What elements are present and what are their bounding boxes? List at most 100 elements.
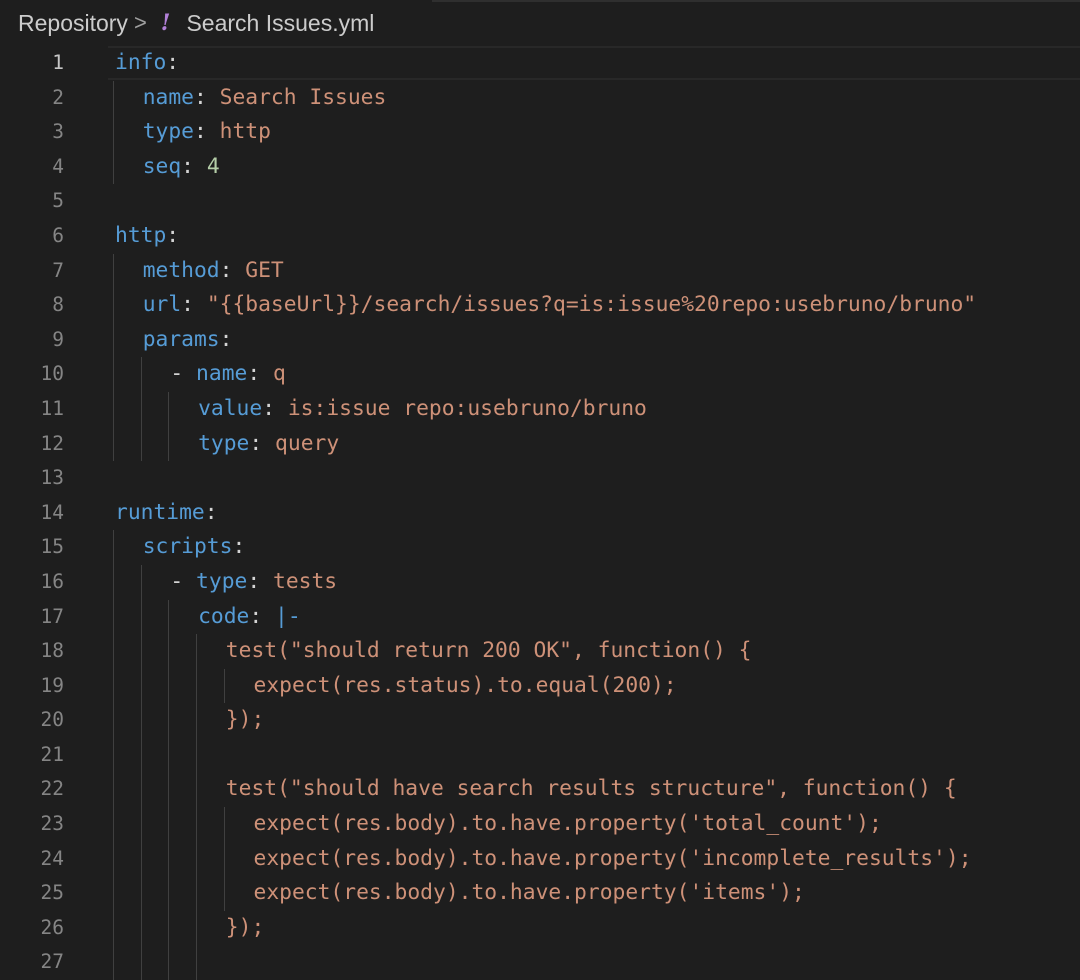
line-number: 19 — [40, 673, 64, 697]
code-line[interactable] — [113, 737, 1075, 773]
indent-guide — [140, 599, 142, 635]
yaml-key: method — [142, 257, 220, 283]
indent-guide — [196, 807, 198, 842]
yaml-value: query — [275, 430, 340, 456]
indent-guide — [196, 772, 198, 808]
indent-guide — [168, 841, 170, 877]
indent-guide — [196, 876, 198, 911]
code-line[interactable]: code: |- — [113, 599, 1075, 635]
breadcrumb-item-file[interactable]: Search Issues.yml — [186, 10, 374, 37]
code-text: }); — [226, 915, 264, 940]
code-line[interactable]: expect(res.status).to.equal(200); — [113, 668, 1075, 704]
yaml-value: expect(res.body).to.have.property('incom… — [253, 845, 972, 871]
indent-guide — [113, 703, 114, 738]
indent-guide — [113, 876, 114, 911]
code-line[interactable]: test("should return 200 OK", function() … — [113, 634, 1075, 669]
code-line[interactable] — [115, 184, 1075, 219]
indent-guide — [196, 737, 198, 773]
breadcrumb: Repository > ! Search Issues.yml — [0, 0, 1080, 46]
code-line[interactable]: runtime: — [115, 496, 1075, 531]
indent-guide — [113, 564, 114, 600]
yaml-key: info — [115, 50, 167, 75]
code-text: expect(res.body).to.have.property('items… — [254, 880, 805, 905]
code-text: test("should have search results structu… — [226, 776, 957, 801]
code-line[interactable]: expect(res.body).to.have.property('incom… — [113, 841, 1075, 877]
indent-guide — [113, 253, 114, 289]
line-number: 17 — [40, 604, 64, 628]
code-line[interactable] — [115, 461, 1075, 496]
indent-guide — [113, 357, 114, 392]
indent-guide — [196, 910, 198, 946]
line-number: 16 — [40, 569, 64, 593]
indent-guide — [113, 80, 114, 116]
code-line[interactable]: }); — [113, 910, 1075, 946]
indent-guide — [196, 945, 198, 980]
indent-guide — [140, 357, 142, 392]
code-line[interactable]: - name: q — [113, 357, 1075, 392]
indent-guide — [140, 737, 142, 773]
yaml-key: |- — [275, 603, 301, 629]
indent-guide — [168, 807, 170, 842]
line-number: 2 — [52, 85, 64, 109]
code-line[interactable]: params: — [113, 322, 1075, 358]
code-text: expect(res.status).to.equal(200); — [254, 673, 677, 698]
yaml-key: code — [198, 603, 250, 629]
yaml-key: params — [142, 326, 220, 352]
code-line[interactable] — [113, 945, 1075, 980]
code-text: scripts: — [143, 534, 246, 559]
yaml-value: test("should return 200 OK", function() … — [225, 638, 752, 664]
code-content[interactable]: info: name: Search Issues type: http seq: 4… — [113, 46, 1075, 980]
code-line[interactable]: name: Search Issues — [113, 80, 1075, 116]
code-line[interactable]: }); — [113, 703, 1075, 738]
indent-guide — [168, 391, 170, 427]
indent-guide — [113, 668, 114, 704]
code-line[interactable]: type: query — [113, 426, 1075, 462]
yaml-key: type — [198, 430, 250, 456]
code-line[interactable]: seq: 4 — [113, 149, 1075, 185]
indent-guide — [168, 910, 170, 946]
code-line[interactable]: test("should have search results structu… — [113, 772, 1075, 808]
indent-guide — [140, 426, 142, 462]
code-line[interactable]: method: GET — [113, 253, 1075, 289]
indent-guide — [113, 115, 114, 150]
line-number: 20 — [40, 708, 64, 732]
indent-guide — [223, 807, 225, 842]
yaml-value: }); — [225, 914, 265, 940]
line-number-gutter[interactable]: 1 2 3 4 5 6 7 8 9 10 11 12 13 14 15 16 17 18 19 20 21 22 23 24 2… — [0, 46, 82, 980]
indent-guide — [196, 668, 198, 704]
indent-guide — [223, 841, 225, 877]
code-line[interactable]: value: is:issue repo:usebruno/bruno — [113, 391, 1075, 427]
yaml-value: GET — [245, 257, 284, 283]
line-number: 27 — [40, 950, 64, 974]
yaml-key: url — [142, 292, 182, 318]
yaml-value: tests — [273, 568, 338, 594]
indent-guide — [113, 841, 114, 877]
indent-guide — [168, 703, 170, 738]
indent-guide — [113, 772, 114, 808]
code-line[interactable]: url: "{{baseUrl}}/search/issues?q=is:iss… — [113, 288, 1075, 323]
indent-guide — [168, 426, 170, 462]
code-line[interactable]: info: — [115, 46, 1075, 81]
line-number: 21 — [40, 742, 64, 766]
code-line[interactable]: - type: tests — [113, 564, 1075, 600]
breadcrumb-item-repository[interactable]: Repository — [18, 10, 128, 37]
yaml-key: name — [196, 361, 248, 387]
yaml-key: runtime — [115, 499, 205, 525]
yaml-punctuation: : — [262, 395, 288, 421]
yaml-punctuation: : — [193, 84, 220, 110]
code-line[interactable]: scripts: — [113, 530, 1075, 565]
code-line[interactable]: http: — [115, 219, 1075, 254]
code-line[interactable]: expect(res.body).to.have.property('total… — [113, 807, 1075, 842]
code-line[interactable]: type: http — [113, 115, 1075, 150]
code-editor[interactable]: Repository > ! Search Issues.yml 1234567… — [0, 0, 1080, 980]
code-text: test("should return 200 OK", function() … — [226, 638, 752, 663]
code-line[interactable]: expect(res.body).to.have.property('items… — [113, 876, 1075, 911]
indent-guide — [223, 876, 225, 911]
indent-guide — [113, 910, 114, 946]
code-text: info: — [115, 50, 179, 75]
indent-guide — [140, 841, 142, 877]
yaml-punctuation: : — [249, 603, 276, 629]
indent-guide — [140, 391, 142, 427]
indent-guide — [113, 149, 114, 185]
yaml-file-icon: ! — [160, 10, 171, 36]
